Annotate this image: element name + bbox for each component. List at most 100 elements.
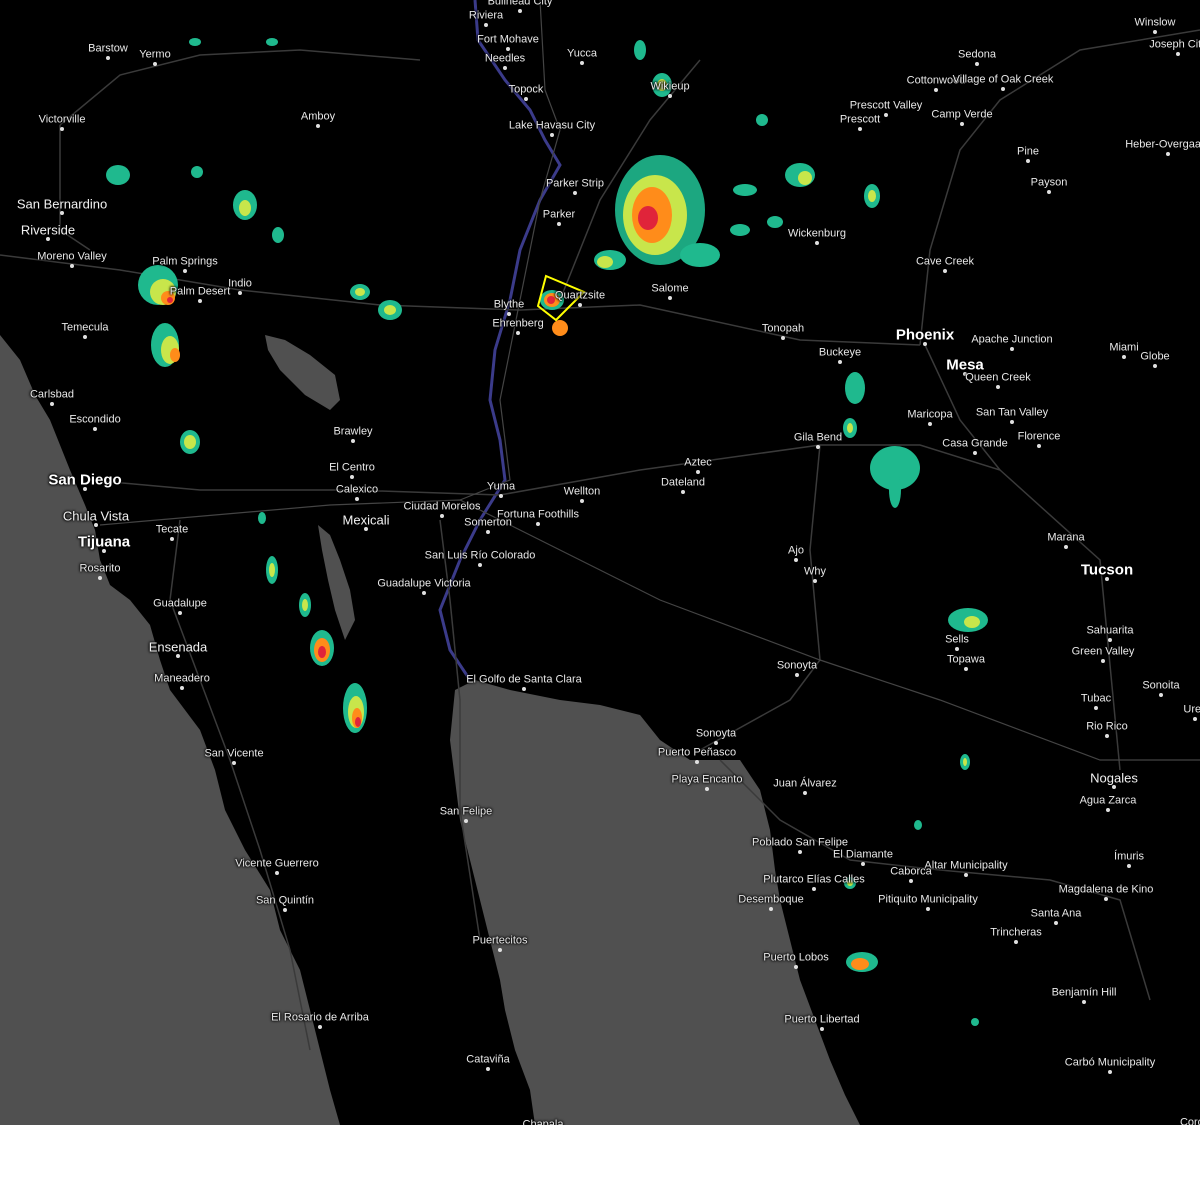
city-label: San Diego (48, 471, 122, 489)
city-label: Miami (1109, 341, 1139, 354)
city-label: Quartzsite (554, 289, 606, 302)
city-marker-dot (524, 97, 528, 101)
city-label: Escondido (69, 413, 121, 426)
city-label: San Luis Río Colorado (424, 549, 536, 562)
city-label: Maneadero (154, 672, 210, 685)
city-marker-dot (232, 761, 236, 765)
city-marker-dot (1001, 87, 1005, 91)
city-marker-dot (769, 907, 773, 911)
city-label: Puerto Peñasco (657, 746, 737, 759)
city-marker-dot (486, 1067, 490, 1071)
city-marker-dot (183, 269, 187, 273)
city-marker-dot (1047, 190, 1051, 194)
city-marker-dot (316, 124, 320, 128)
city-marker-dot (975, 62, 979, 66)
city-marker-dot (909, 879, 913, 883)
city-marker-dot (578, 303, 582, 307)
city-label: Sonoyta (776, 659, 818, 672)
city-label: Fort Mohave (477, 33, 539, 46)
city-label: Winslow (1134, 16, 1176, 29)
city-label: Pitiquito Municipality (878, 893, 978, 906)
city-marker-dot (518, 9, 522, 13)
radar-map[interactable]: Bullhead City Riviera Fort Mohave Needles Yu… (0, 0, 1200, 1125)
city-label: Playa Encanto (671, 773, 743, 786)
city-label: Riverside (20, 222, 76, 238)
city-marker-dot (1010, 420, 1014, 424)
city-marker-dot (794, 965, 798, 969)
city-label: Santa Ana (1030, 907, 1082, 920)
city-marker-dot (503, 66, 507, 70)
city-marker-dot (464, 819, 468, 823)
city-label: Desemboque (738, 893, 804, 906)
city-label: Agua Zarca (1079, 794, 1137, 807)
city-marker-dot (996, 385, 1000, 389)
city-label: Altar Municipality (924, 859, 1008, 872)
city-label: Calexico (335, 483, 379, 496)
city-marker-dot (275, 871, 279, 875)
city-marker-dot (1064, 545, 1068, 549)
city-marker-dot (960, 122, 964, 126)
city-label: Chula Vista (62, 508, 130, 524)
laguna-salada (318, 525, 355, 640)
city-marker-dot (1106, 808, 1110, 812)
city-label: Temecula (61, 321, 109, 334)
city-label: Wikieup (650, 80, 690, 93)
city-marker-dot (350, 475, 354, 479)
city-marker-dot (705, 787, 709, 791)
city-label: Aztec (684, 456, 712, 469)
city-label: El Rosario de Arriba (271, 1011, 369, 1024)
city-label: Phoenix (895, 326, 955, 344)
city-label: Benjamín Hill (1051, 986, 1117, 999)
city-label: Salome (651, 282, 689, 295)
city-marker-dot (861, 862, 865, 866)
city-label: Dateland (660, 476, 706, 489)
city-marker-dot (714, 741, 718, 745)
city-marker-dot (1054, 921, 1058, 925)
footer-area (0, 1125, 1200, 1200)
city-label: Marana (1047, 531, 1085, 544)
city-marker-dot (1094, 706, 1098, 710)
city-marker-dot (798, 850, 802, 854)
city-label: Florence (1017, 430, 1061, 443)
city-marker-dot (1108, 1070, 1112, 1074)
city-marker-dot (1153, 30, 1157, 34)
city-label: San Vicente (204, 747, 264, 760)
city-marker-dot (820, 1027, 824, 1031)
city-marker-dot (355, 497, 359, 501)
city-marker-dot (926, 907, 930, 911)
city-marker-dot (50, 402, 54, 406)
city-marker-dot (1127, 864, 1131, 868)
city-marker-dot (781, 336, 785, 340)
city-label: Tubac (1080, 692, 1112, 705)
city-label: Yermo (139, 48, 171, 61)
city-label: Ímuris (1114, 850, 1144, 863)
city-label: Vicente Guerrero (235, 857, 319, 870)
city-label: Poblado San Felipe (751, 836, 849, 849)
city-marker-dot (812, 887, 816, 891)
city-marker-dot (283, 908, 287, 912)
city-marker-dot (973, 451, 977, 455)
city-label: Parker Strip (545, 177, 605, 190)
city-label: San Bernardino (16, 196, 108, 212)
city-label: Blythe (493, 298, 525, 311)
city-marker-dot (1153, 364, 1157, 368)
city-marker-dot (102, 549, 106, 553)
city-marker-dot (83, 335, 87, 339)
city-label: Rosarito (79, 562, 121, 575)
city-label: San Tan Valley (975, 406, 1049, 419)
city-marker-dot (884, 113, 888, 117)
city-marker-dot (838, 360, 842, 364)
city-marker-dot (934, 88, 938, 92)
city-marker-dot (928, 422, 932, 426)
city-marker-dot (943, 269, 947, 273)
city-marker-dot (180, 686, 184, 690)
city-marker-dot (70, 264, 74, 268)
city-label: El Diamante (833, 848, 893, 861)
city-marker-dot (580, 61, 584, 65)
city-label: Sells (945, 633, 969, 646)
city-label: Plutarco Elías Calles (763, 873, 865, 886)
city-marker-dot (964, 873, 968, 877)
city-label: Nogales (1090, 770, 1138, 786)
salton-sea (265, 335, 340, 410)
city-marker-dot (153, 62, 157, 66)
